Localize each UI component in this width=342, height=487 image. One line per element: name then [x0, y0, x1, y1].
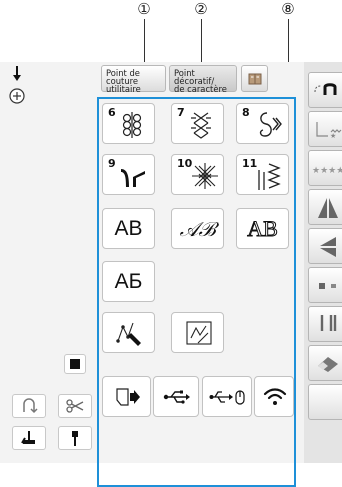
tab-decorative-stitch[interactable]: Point décoratif/ de caractère — [169, 65, 237, 95]
scissors-button[interactable] — [58, 394, 92, 418]
density-button[interactable] — [308, 267, 342, 303]
category-10-button[interactable]: 10 — [171, 154, 224, 195]
category-8-button[interactable]: 8 — [236, 103, 289, 144]
font-cyrillic-label: АБ — [114, 269, 143, 293]
category-7-button[interactable]: 7 — [171, 103, 224, 144]
cross-stitch-icon — [191, 112, 211, 139]
usb-mouse-button[interactable] — [202, 376, 252, 417]
eraser-button[interactable] — [308, 345, 342, 381]
saved-pattern-button[interactable] — [171, 312, 224, 353]
tab-utility-stitch[interactable]: Point de couture utilitaire — [101, 65, 166, 95]
callout-8: ⑧ — [281, 0, 295, 18]
twin-needle-icon — [320, 315, 337, 331]
right-toolbar: ★ ★★★★ — [304, 62, 342, 463]
category-7-number: 7 — [177, 106, 185, 119]
satin-stitch-icon — [121, 169, 145, 187]
zigzag-stitch-icon — [258, 163, 281, 190]
presser-foot-button[interactable] — [12, 426, 46, 450]
sewing-screen: Point de couture utilitaire Point décora… — [0, 62, 342, 487]
category-8-number: 8 — [242, 106, 250, 119]
black-square-icon — [70, 359, 80, 369]
usb-icon — [163, 390, 190, 404]
callout-2: ② — [194, 0, 208, 18]
tab-utility-line3: utilitaire — [106, 84, 141, 95]
favorite-stitch-button[interactable]: ★★★★ — [308, 150, 342, 186]
zoom-in-icon[interactable] — [9, 88, 25, 104]
file-import-icon — [116, 388, 140, 406]
mirror-vertical-button[interactable] — [308, 228, 342, 264]
needle-position-icon — [10, 66, 24, 82]
tab-decorative-line3: de caractère — [174, 84, 227, 95]
usb-mouse-icon — [209, 390, 245, 405]
reverse-stitch-button[interactable] — [12, 394, 46, 418]
heirloom-stitch-icon — [192, 163, 218, 189]
scroll-stitch-icon — [259, 112, 282, 137]
thread-cut-button[interactable] — [308, 72, 342, 108]
font-outline-label: AB — [247, 215, 279, 241]
font-cyrillic-button[interactable]: АБ — [102, 261, 155, 302]
font-block-button[interactable]: AB — [102, 208, 155, 249]
callout-2-line — [201, 19, 202, 63]
category-9-button[interactable]: 9 — [102, 154, 155, 195]
wireless-button[interactable] — [254, 376, 294, 417]
font-script-button[interactable]: 𝒜ℬ — [171, 208, 224, 249]
reverse-arrow-icon — [23, 398, 38, 414]
stitch-setting-icon: ★ — [316, 122, 342, 140]
eraser-icon — [318, 357, 338, 372]
callout-1-line — [144, 19, 145, 63]
flip-icon — [320, 237, 336, 257]
font-outline-button[interactable]: AB — [236, 208, 289, 249]
font-block-label: AB — [114, 216, 143, 240]
category-9-number: 9 — [108, 157, 116, 170]
category-6-button[interactable]: 6 — [102, 103, 155, 144]
font-script-label: 𝒜ℬ — [179, 216, 216, 241]
pattern-edit-icon — [186, 321, 212, 345]
callout-1: ① — [137, 0, 151, 18]
book-icon — [248, 73, 261, 84]
file-import-button[interactable] — [102, 376, 151, 417]
presser-foot-icon — [21, 431, 35, 444]
scissors-icon — [66, 399, 84, 413]
needle-stop-icon — [72, 431, 78, 446]
category-11-button[interactable]: 11 — [236, 154, 289, 195]
usb-button[interactable] — [153, 376, 199, 417]
twin-needle-button[interactable] — [308, 306, 342, 342]
thread-color-button[interactable] — [64, 354, 86, 374]
presser-foot-lift-icon — [314, 83, 337, 95]
category-6-number: 6 — [108, 106, 116, 119]
mirror-horizontal-button[interactable] — [308, 189, 342, 225]
stars-icon: ★★★★ — [312, 166, 342, 175]
pen-draw-icon — [116, 322, 141, 346]
wifi-icon — [263, 388, 287, 405]
mirror-icon — [318, 198, 338, 218]
svg-text:★: ★ — [330, 132, 336, 140]
my-custom-stitch-button[interactable] — [102, 312, 155, 353]
blank-button[interactable] — [308, 384, 342, 420]
density-icon — [319, 283, 336, 289]
tab-pattern-book[interactable] — [241, 65, 268, 92]
svg-text:★★★★: ★★★★ — [312, 166, 342, 175]
stitch-setting-button[interactable]: ★ — [308, 111, 342, 147]
needle-stop-button[interactable] — [58, 426, 92, 450]
ornamental-stitch-icon — [122, 112, 142, 138]
